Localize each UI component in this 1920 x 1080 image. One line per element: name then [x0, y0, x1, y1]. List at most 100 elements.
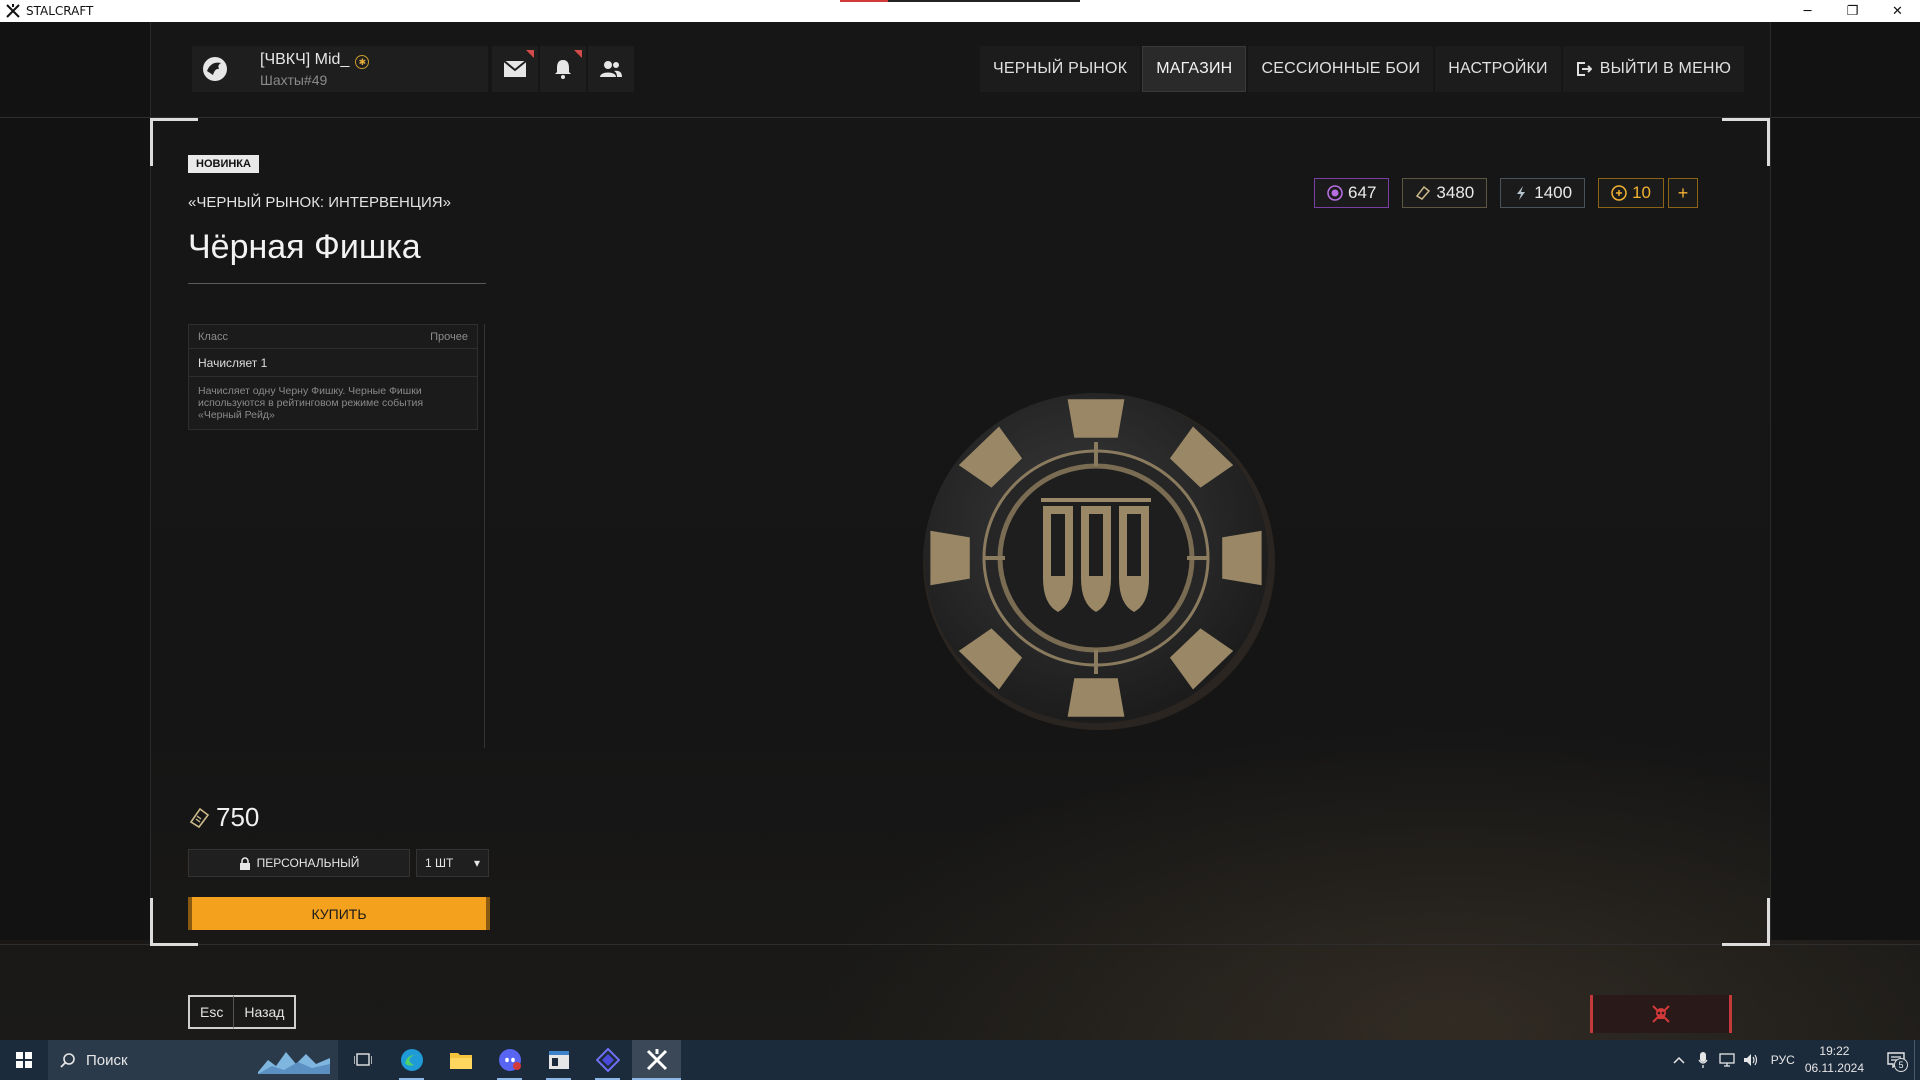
chip-edge-segment: [1067, 678, 1125, 717]
action-center-button[interactable]: 5: [1878, 1040, 1914, 1080]
quantity-select[interactable]: 1 ШТ ▾: [416, 849, 489, 877]
back-action[interactable]: Esc Назад: [188, 995, 297, 1029]
bolt-currency-icon: [1513, 185, 1529, 201]
item-preview[interactable]: [915, 382, 1277, 732]
microphone-icon[interactable]: [1691, 1040, 1715, 1080]
frame-corner-top-right: [1722, 118, 1770, 166]
black-chip-icon: [923, 393, 1275, 730]
notification-count: 5: [1894, 1058, 1908, 1072]
lock-icon: [239, 856, 251, 870]
taskbar-app-launcher[interactable]: [583, 1040, 632, 1080]
item-title: Чёрная Фишка: [188, 228, 421, 266]
window-title: STALCRAFT: [26, 4, 94, 18]
chip-edge-segment: [1067, 399, 1125, 438]
header-separator: [0, 117, 1920, 118]
friends-icon: [600, 61, 622, 77]
bolt-currency-balance: 1400: [1500, 178, 1586, 208]
binding-type-button[interactable]: ПЕРСОНАЛЬНЫЙ: [188, 849, 410, 877]
player-name: [ЧВКЧ] Mid_ ✱: [260, 51, 370, 69]
taskbar-app-stalcraft[interactable]: [632, 1040, 681, 1080]
taskbar-app-edge[interactable]: [387, 1040, 436, 1080]
mail-icon: [503, 60, 527, 77]
folder-icon: [449, 1053, 472, 1069]
main-nav: ЧЕРНЫЙ РЫНОК МАГАЗИН СЕССИОННЫЕ БОИ НАСТ…: [980, 46, 1746, 92]
nav-shop[interactable]: МАГАЗИН: [1142, 46, 1247, 92]
info-scrollbar[interactable]: [484, 324, 485, 748]
item-description: Начисляет одну Черну Фишку. Черные Фишки…: [188, 377, 478, 430]
friends-button[interactable]: [588, 46, 634, 92]
bell-icon: [555, 60, 571, 79]
task-view-icon: [353, 1053, 372, 1066]
chevron-up-icon[interactable]: [1667, 1040, 1691, 1080]
stalcraft-logo-icon: [6, 4, 20, 18]
close-button[interactable]: ✕: [1875, 0, 1920, 22]
exit-icon: [1576, 61, 1592, 77]
currency-balances: 647 3480 1400 10 +: [1301, 178, 1698, 208]
ticket-currency-icon: [188, 807, 210, 829]
taskbar-search[interactable]: Поиск: [48, 1040, 338, 1080]
clock-time: 19:22: [1819, 1044, 1850, 1058]
new-badge: НОВИНКА: [188, 155, 259, 173]
taskbar-app-discord[interactable]: [485, 1040, 534, 1080]
skull-icon: [1652, 1005, 1670, 1023]
taskbar-app-window[interactable]: [534, 1040, 583, 1080]
chevron-down-icon: ▾: [473, 856, 480, 870]
input-language[interactable]: РУС: [1771, 1053, 1795, 1067]
item-collection: «ЧЕРНЫЙ РЫНОК: ИНТЕРВЕНЦИЯ»: [188, 194, 451, 211]
search-highlight-icon: [258, 1052, 330, 1074]
item-info-panel: Класс Прочее Начисляет 1 Начисляет одну …: [188, 324, 478, 430]
nav-settings[interactable]: НАСТРОЙКИ: [1435, 46, 1561, 92]
taskbar-app-explorer[interactable]: [436, 1040, 485, 1080]
footer-separator: [0, 944, 1920, 945]
stalcraft-icon: [646, 1049, 667, 1071]
search-icon: [60, 1052, 76, 1068]
item-price: 750: [188, 802, 259, 833]
edge-icon: [400, 1049, 423, 1071]
premium-currency-icon: [1327, 185, 1343, 201]
nav-exit-to-menu[interactable]: ВЫЙТИ В МЕНЮ: [1562, 46, 1745, 92]
rank-icon: ✱: [355, 55, 370, 69]
mail-notification-marker: [526, 50, 534, 58]
premium-currency-balance: 647: [1314, 178, 1390, 208]
back-button[interactable]: Назад: [234, 995, 297, 1029]
launcher-icon: [595, 1048, 620, 1072]
volume-icon[interactable]: [1739, 1040, 1763, 1080]
frame-corner-bottom-right: [1722, 898, 1770, 946]
app-window-icon: [548, 1051, 569, 1069]
bell-notification-marker: [574, 50, 582, 58]
nav-session-battles[interactable]: СЕССИОННЫЕ БОИ: [1248, 46, 1434, 92]
buy-button[interactable]: КУПИТЬ: [188, 897, 490, 930]
window-titlebar: STALCRAFT ─ ❐ ✕: [0, 0, 1920, 22]
nav-black-market[interactable]: ЧЕРНЫЙ РЫНОК: [980, 46, 1141, 92]
game-viewport: [ЧВКЧ] Mid_ ✱ Шахты#49 ЧЕРНЫЙ РЫНОК МАГАЗ…: [0, 22, 1920, 1040]
class-value: Прочее: [430, 330, 468, 343]
notifications-button[interactable]: [540, 46, 586, 92]
minimize-button[interactable]: ─: [1785, 0, 1830, 22]
coin-currency-balance: 10: [1598, 178, 1664, 208]
chip-edge-segment: [1222, 530, 1262, 586]
taskbar-clock[interactable]: 19:22 06.11.2024: [1805, 1043, 1864, 1077]
mail-button[interactable]: [492, 46, 538, 92]
windows-taskbar: Поиск РУС 19:22 06.11.2024 5: [0, 1040, 1920, 1080]
item-class-row: Класс Прочее: [188, 324, 478, 349]
network-icon[interactable]: [1715, 1040, 1739, 1080]
ticket-currency-balance: 3480: [1402, 178, 1488, 208]
clock-date: 06.11.2024: [1804, 1061, 1864, 1075]
windows-logo-icon: [16, 1052, 32, 1068]
coin-currency-icon: [1611, 185, 1627, 201]
discord-icon: [498, 1049, 521, 1071]
task-view-button[interactable]: [338, 1040, 387, 1080]
player-profile[interactable]: [ЧВКЧ] Mid_ ✱ Шахты#49: [192, 46, 488, 92]
faction-emblem-icon: [192, 46, 238, 92]
ticket-currency-icon: [1415, 185, 1431, 201]
class-label: Класс: [198, 330, 228, 343]
title-divider: [188, 283, 486, 284]
start-button[interactable]: [0, 1040, 48, 1080]
add-currency-button[interactable]: +: [1668, 178, 1698, 208]
report-button[interactable]: [1590, 995, 1732, 1033]
esc-key-hint[interactable]: Esc: [188, 995, 235, 1029]
chip-edge-segment: [930, 530, 970, 586]
show-desktop-button[interactable]: [1914, 1040, 1920, 1080]
restore-button[interactable]: ❐: [1830, 0, 1875, 22]
load-progress: [840, 0, 1080, 2]
